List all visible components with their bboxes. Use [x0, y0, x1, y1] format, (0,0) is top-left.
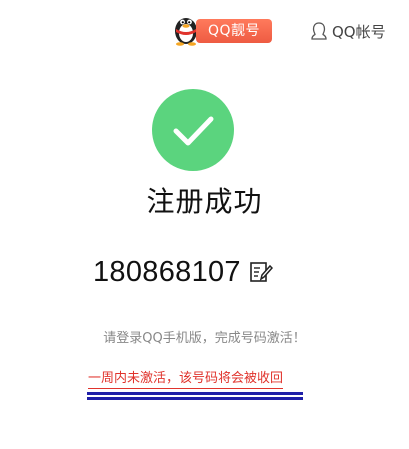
- top-bar: QQ靓号 QQ帐号: [0, 0, 409, 60]
- pretty-number-button[interactable]: QQ靓号: [196, 19, 272, 43]
- qq-number-row: 180868107: [93, 252, 273, 292]
- qq-number: 180868107: [93, 255, 241, 288]
- success-check-icon: [152, 89, 234, 171]
- user-outline-icon: [311, 22, 327, 40]
- edit-icon[interactable]: [249, 260, 273, 284]
- annotation-underline: [87, 397, 303, 400]
- qq-account-label: QQ帐号: [332, 22, 386, 41]
- annotation-underline: [87, 392, 303, 395]
- page-title: 注册成功: [146, 185, 263, 218]
- qq-account-link[interactable]: QQ帐号: [310, 18, 386, 44]
- activation-warning: 一周内未激活，该号码将会被收回: [88, 370, 284, 389]
- activation-hint: 请登录QQ手机版，完成号码激活！: [103, 331, 306, 346]
